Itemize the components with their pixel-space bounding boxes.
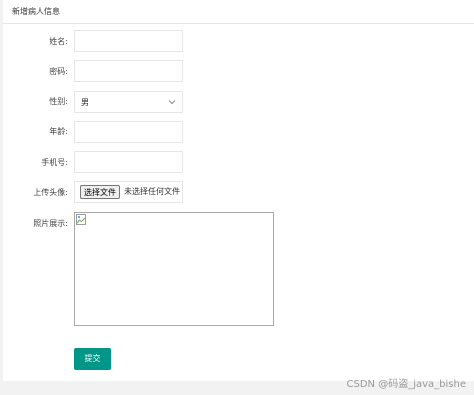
phone-input[interactable] (74, 151, 183, 173)
broken-image-icon (76, 214, 86, 225)
submit-button[interactable]: 提交 (74, 348, 111, 370)
phone-label: 手机号: (41, 158, 68, 167)
gender-label: 性别: (49, 97, 68, 106)
choose-file-button[interactable]: 选择文件 (80, 185, 120, 199)
password-label: 密码: (49, 67, 68, 76)
password-input[interactable] (74, 60, 183, 82)
csdn-watermark: CSDN @码盗_java_bishe (346, 379, 466, 390)
panel-title: 新增病人信息 (12, 7, 60, 16)
file-status-text: 未选择任何文件 (124, 187, 180, 196)
avatar-label: 上传头像: (33, 188, 68, 197)
photo-preview (74, 212, 274, 326)
chevron-down-icon (168, 100, 176, 105)
name-input[interactable] (74, 30, 183, 52)
name-label: 姓名: (49, 37, 68, 46)
gender-selected-value: 男 (81, 98, 89, 107)
age-label: 年龄: (49, 127, 68, 136)
photo-label: 照片展示: (33, 219, 68, 228)
panel-header: 新增病人信息 (3, 0, 474, 24)
gender-select[interactable]: 男 (74, 91, 183, 113)
avatar-file-input[interactable]: 选择文件 未选择任何文件 (74, 181, 183, 203)
age-input[interactable] (74, 121, 183, 143)
